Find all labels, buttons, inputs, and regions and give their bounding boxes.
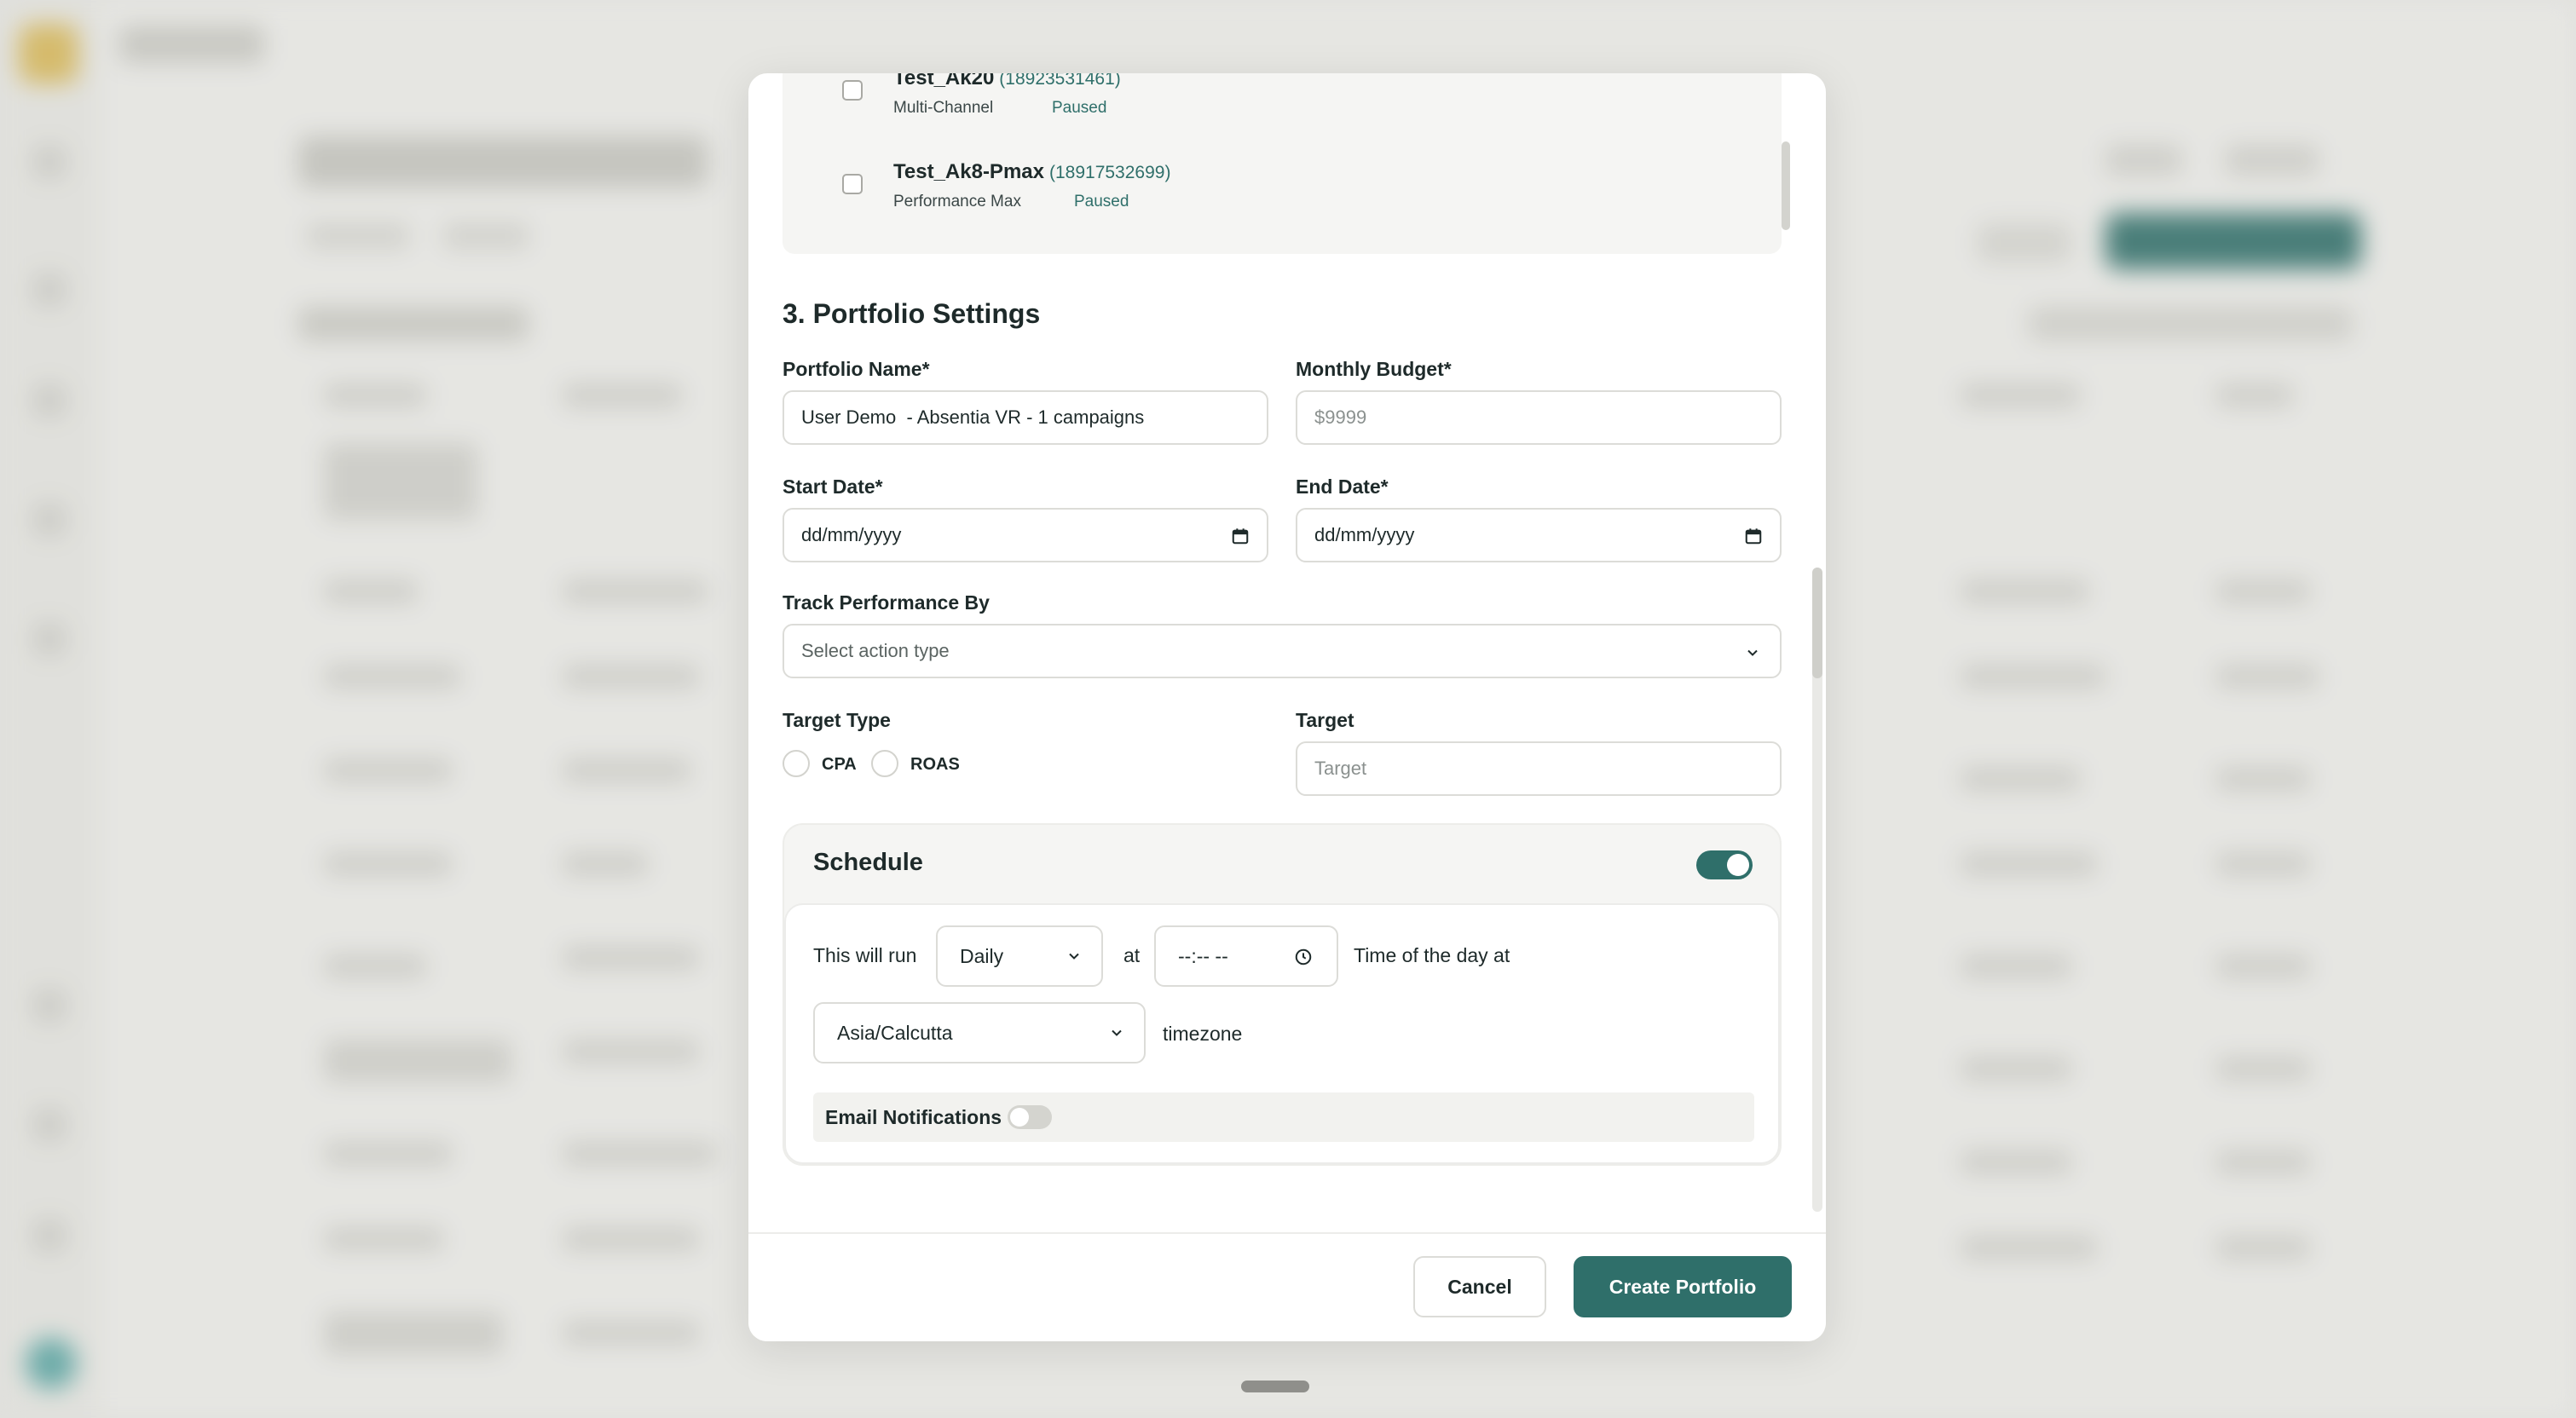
campaign-name-text: Test_Ak8-Pmax bbox=[893, 160, 1044, 183]
schedule-toggle[interactable] bbox=[1696, 850, 1753, 879]
chevron-down-icon bbox=[1747, 649, 1758, 656]
campaign-list: Test_Ak20 (18923531461) Multi-Channel Pau… bbox=[783, 73, 1790, 254]
at-text: at bbox=[1123, 944, 1141, 966]
monthly-budget-field[interactable] bbox=[1296, 390, 1782, 445]
timezone-text: timezone bbox=[1163, 1023, 1243, 1045]
radio-roas-label[interactable]: ROAS bbox=[910, 755, 960, 775]
end-date-field[interactable]: dd/mm/yyyy bbox=[1296, 508, 1782, 562]
end-date-value: dd/mm/yyyy bbox=[1314, 524, 1415, 545]
campaign-type: Performance Max bbox=[893, 193, 1021, 210]
campaign-id: (18923531461) bbox=[999, 73, 1121, 89]
start-date-field[interactable]: dd/mm/yyyy bbox=[783, 508, 1268, 562]
clock-icon[interactable] bbox=[1294, 948, 1313, 966]
schedule-title: Schedule bbox=[813, 849, 923, 876]
campaign-type: Multi-Channel bbox=[893, 99, 994, 117]
time-input[interactable]: --:-- -- bbox=[1154, 925, 1338, 987]
track-performance-label: Track Performance By bbox=[783, 591, 990, 614]
monthly-budget-input[interactable] bbox=[1314, 406, 1763, 429]
radio-cpa-label[interactable]: CPA bbox=[822, 755, 857, 775]
section-title: 3. Portfolio Settings bbox=[783, 298, 1041, 329]
campaign-name-text: Test_Ak20 bbox=[893, 73, 995, 89]
campaign-name: Test_Ak8-Pmax (18917532699) bbox=[893, 160, 1170, 184]
end-date-label: End Date* bbox=[1296, 476, 1389, 498]
start-date-label: Start Date* bbox=[783, 476, 883, 498]
chevron-down-icon bbox=[1112, 1029, 1122, 1036]
modal-scrollbar[interactable] bbox=[1812, 568, 1822, 1212]
schedule-panel: This will run Daily at --:-- -- Time of … bbox=[784, 903, 1780, 1164]
email-notifications-row: Email Notifications bbox=[813, 1092, 1754, 1142]
email-notifications-label: Email Notifications bbox=[825, 1106, 1002, 1128]
time-suffix-text: Time of the day at bbox=[1354, 944, 1510, 966]
start-date-value: dd/mm/yyyy bbox=[801, 524, 902, 545]
campaign-list-scrollbar[interactable] bbox=[1782, 141, 1790, 230]
calendar-icon[interactable] bbox=[1744, 527, 1763, 545]
portfolio-name-field[interactable] bbox=[783, 390, 1268, 445]
time-value: --:-- -- bbox=[1178, 944, 1228, 967]
campaign-checkbox[interactable] bbox=[842, 174, 863, 194]
run-prefix-text: This will run bbox=[813, 944, 917, 966]
frequency-value: Daily bbox=[960, 944, 1004, 967]
modal-scroll-area: Test_Ak20 (18923531461) Multi-Channel Pau… bbox=[748, 73, 1826, 1232]
track-performance-placeholder: Select action type bbox=[801, 640, 950, 661]
campaign-name: Test_Ak20 (18923531461) bbox=[893, 73, 1121, 90]
target-label: Target bbox=[1296, 709, 1354, 731]
target-type-label: Target Type bbox=[783, 709, 891, 731]
campaign-row[interactable]: Test_Ak8-Pmax (18917532699) Performance M… bbox=[783, 159, 1720, 227]
portfolio-name-label: Portfolio Name* bbox=[783, 358, 930, 380]
target-input[interactable] bbox=[1314, 758, 1763, 780]
campaign-id: (18917532699) bbox=[1048, 163, 1171, 182]
calendar-icon[interactable] bbox=[1231, 527, 1250, 545]
home-indicator bbox=[1241, 1381, 1309, 1392]
toggle-knob bbox=[1010, 1108, 1029, 1127]
modal-footer: Cancel Create Portfolio bbox=[748, 1232, 1826, 1341]
frequency-select[interactable]: Daily bbox=[936, 925, 1103, 987]
email-notifications-toggle[interactable] bbox=[1008, 1105, 1052, 1129]
portfolio-name-input[interactable] bbox=[801, 406, 1250, 429]
radio-roas[interactable] bbox=[871, 750, 898, 777]
campaign-status: Paused bbox=[1074, 193, 1129, 210]
track-performance-select[interactable]: Select action type bbox=[783, 624, 1782, 678]
monthly-budget-label: Monthly Budget* bbox=[1296, 358, 1452, 380]
timezone-value: Asia/Calcutta bbox=[837, 1021, 953, 1044]
create-portfolio-button[interactable]: Create Portfolio bbox=[1574, 1256, 1792, 1317]
cancel-button[interactable]: Cancel bbox=[1413, 1256, 1546, 1317]
chevron-down-icon bbox=[1069, 953, 1079, 960]
target-field[interactable] bbox=[1296, 741, 1782, 796]
campaign-status: Paused bbox=[1052, 99, 1107, 117]
radio-cpa[interactable] bbox=[783, 750, 810, 777]
schedule-card: Schedule This will run Daily at --:-- --… bbox=[783, 823, 1782, 1166]
modal-scrollbar-thumb[interactable] bbox=[1812, 568, 1822, 678]
toggle-knob bbox=[1727, 854, 1749, 876]
campaign-checkbox[interactable] bbox=[842, 80, 863, 101]
timezone-select[interactable]: Asia/Calcutta bbox=[813, 1002, 1146, 1064]
create-portfolio-modal: Test_Ak20 (18923531461) Multi-Channel Pau… bbox=[748, 73, 1826, 1341]
campaign-row[interactable]: Test_Ak20 (18923531461) Multi-Channel Pau… bbox=[783, 73, 1720, 141]
